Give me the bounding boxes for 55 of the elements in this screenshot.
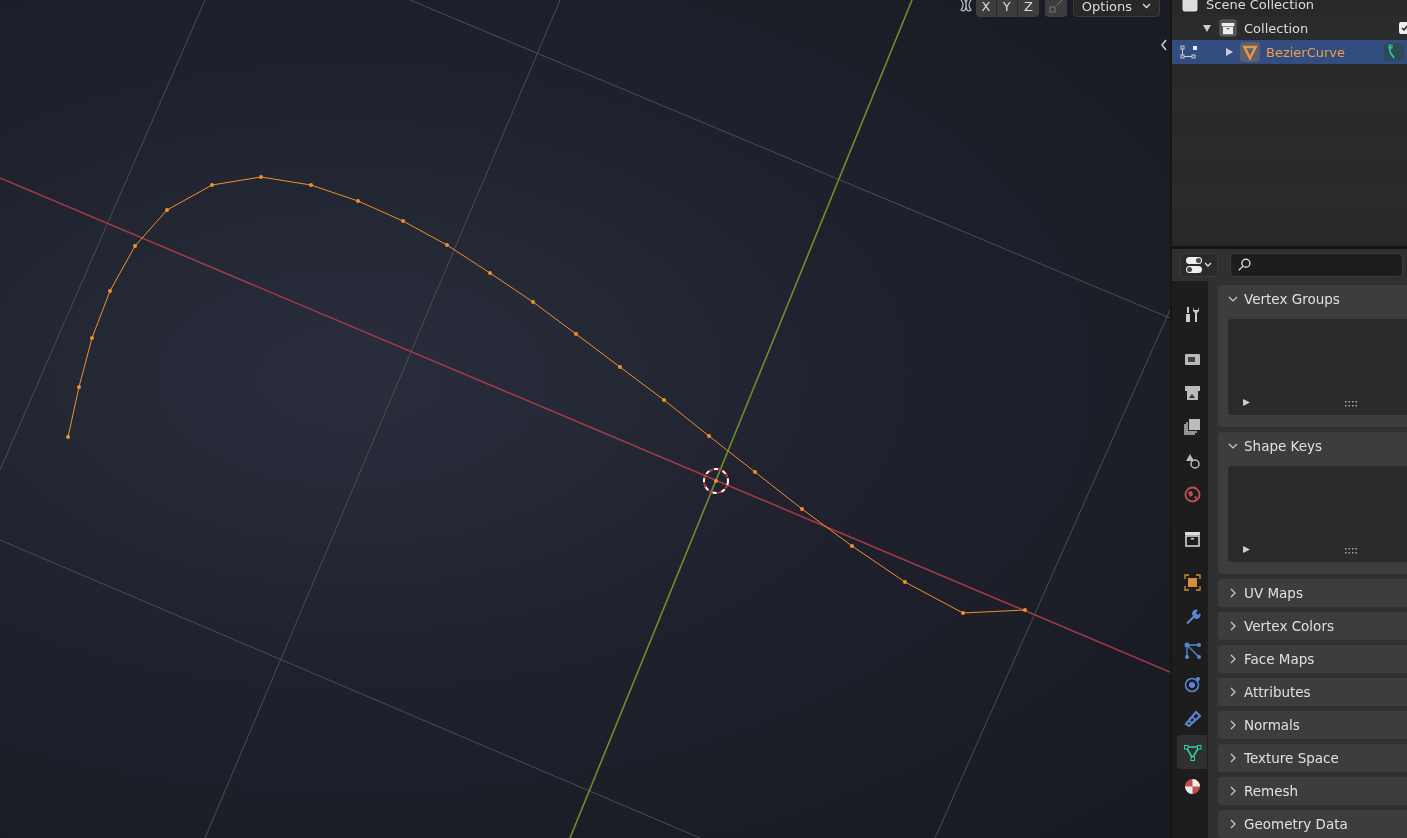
chevron-right-icon: [1228, 687, 1238, 697]
curve-object-icon: [1240, 42, 1260, 62]
axis-toggle[interactable]: Y: [996, 0, 1018, 17]
panel-header[interactable]: Normals: [1218, 711, 1407, 739]
panel-header[interactable]: Face Maps: [1218, 645, 1407, 673]
panel-header[interactable]: Texture Space: [1218, 744, 1407, 772]
resize-grip-icon[interactable]: [1344, 401, 1358, 407]
axis-toggle[interactable]: Z: [1017, 0, 1039, 17]
physics-icon: [1182, 674, 1202, 694]
view-layer-icon: [1182, 416, 1202, 436]
panel-header[interactable]: Shape Keys: [1218, 432, 1407, 460]
panel-header[interactable]: Geometry Data: [1218, 810, 1407, 838]
search-icon: [1237, 257, 1252, 273]
chevron-right-icon: [1228, 621, 1238, 631]
chevron-right-icon: [1228, 720, 1238, 730]
panel-header[interactable]: Remesh: [1218, 777, 1407, 805]
panel-header[interactable]: Vertex Colors: [1218, 612, 1407, 640]
chevron-down-icon: [1142, 3, 1151, 9]
options-dropdown[interactable]: Options: [1072, 0, 1160, 17]
chevron-down-icon: [1228, 294, 1238, 304]
expand-arrow-icon[interactable]: [1242, 545, 1251, 554]
panel-header[interactable]: Attributes: [1218, 678, 1407, 706]
3d-viewport[interactable]: X Y Z Options: [0, 0, 1170, 838]
expand-arrow-icon[interactable]: [1242, 398, 1251, 407]
editor-type-dropdown[interactable]: [1180, 253, 1218, 277]
outliner-item[interactable]: BezierCurve: [1266, 44, 1346, 60]
axis-toggle[interactable]: X: [975, 0, 997, 17]
data-tab[interactable]: [1177, 735, 1207, 769]
chevron-right-icon: [1228, 819, 1238, 829]
object-icon: [1182, 572, 1202, 592]
edit-mode-icon[interactable]: [1180, 45, 1198, 59]
chevron-right-icon: [1228, 588, 1238, 598]
world-icon: [1182, 484, 1202, 504]
resize-grip-icon[interactable]: [1344, 548, 1358, 554]
constraints-icon: [1182, 708, 1202, 728]
data-icon: [1182, 742, 1202, 762]
disclosure-triangle-icon[interactable]: [1224, 47, 1234, 57]
material-icon: [1182, 776, 1202, 796]
chevron-right-icon: [1228, 786, 1238, 796]
disclosure-triangle-icon[interactable]: [1202, 23, 1212, 33]
panel-header[interactable]: UV Maps: [1218, 579, 1407, 607]
chevron-right-icon: [1228, 753, 1238, 763]
panel-header[interactable]: Vertex Groups: [1218, 285, 1407, 313]
particles-icon: [1182, 640, 1202, 660]
chevron-right-icon: [1228, 654, 1238, 664]
snap-toggle-icon[interactable]: [1044, 0, 1067, 17]
toggle-icon: [1185, 256, 1213, 274]
scene-collection-icon: [1180, 0, 1200, 14]
outliner-item[interactable]: Collection: [1244, 20, 1309, 36]
curve-data-icon[interactable]: [1383, 42, 1405, 62]
3d-cursor[interactable]: [703, 468, 729, 494]
outliner-row[interactable]: BezierCurve: [1172, 40, 1407, 64]
chevron-down-icon: [1228, 441, 1238, 451]
collection-icon: [1218, 18, 1238, 38]
search-field[interactable]: [1230, 253, 1403, 277]
